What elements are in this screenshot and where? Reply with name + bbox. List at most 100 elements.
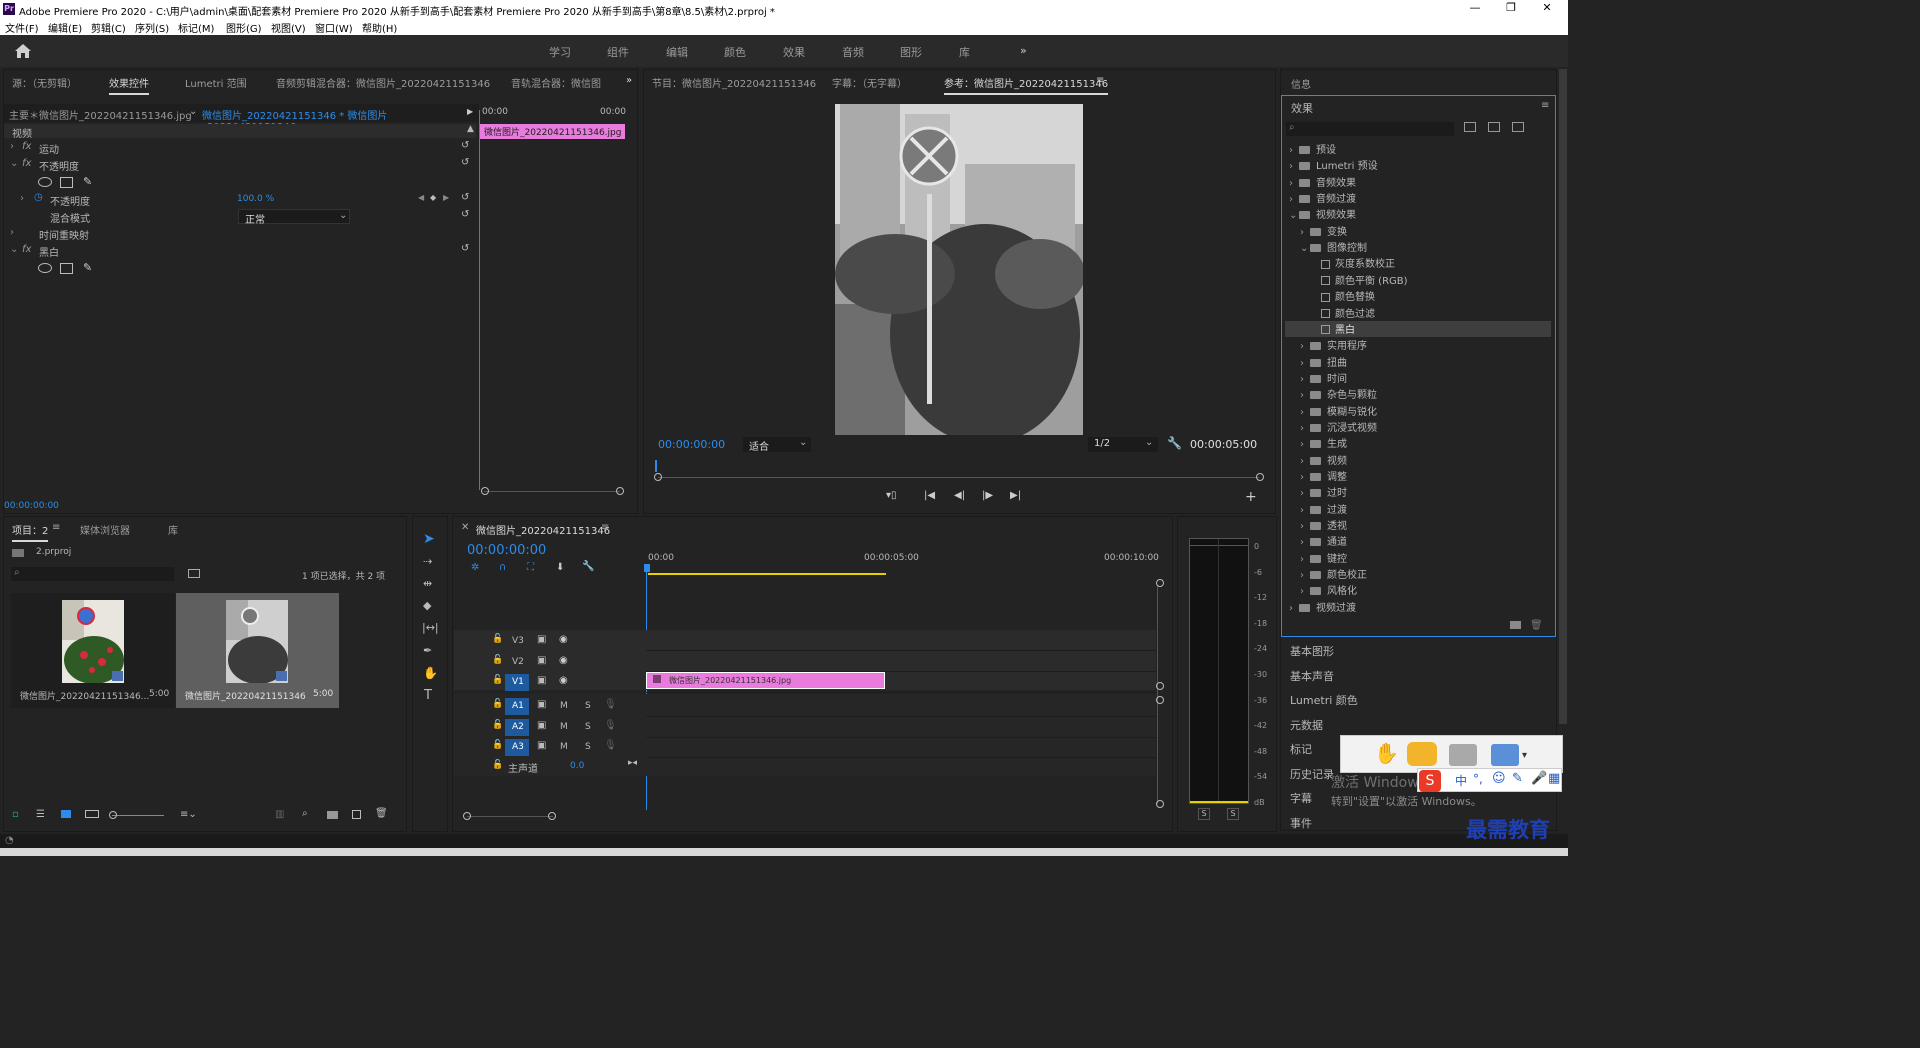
mute-button[interactable]: M bbox=[560, 742, 568, 752]
maximize-button[interactable]: ❐ bbox=[1496, 1, 1526, 14]
microphone-icon[interactable]: 🎙 bbox=[604, 699, 617, 710]
punctuation-icon[interactable]: °, bbox=[1473, 772, 1483, 786]
project-item-bw-selected[interactable]: 微信图片_20220421151346 5:00 bbox=[176, 593, 339, 708]
lock-track-icon[interactable]: 🔓 bbox=[492, 655, 503, 665]
panel-menu-icon[interactable]: ≡ bbox=[52, 522, 60, 533]
timeline-v-scroll[interactable] bbox=[1157, 586, 1158, 804]
expand-chevron-icon[interactable]: › bbox=[10, 141, 14, 152]
menu-help[interactable]: 帮助(H) bbox=[362, 20, 397, 35]
chevron-right-icon[interactable]: › bbox=[1300, 423, 1310, 434]
lock-track-icon[interactable]: 🔓 bbox=[492, 740, 503, 750]
effect-folder[interactable]: › 键控 bbox=[1285, 550, 1551, 566]
pen-tool-icon[interactable]: ✒ bbox=[423, 644, 432, 657]
scroll-handle[interactable] bbox=[1156, 682, 1164, 690]
type-tool-icon[interactable]: T bbox=[424, 688, 432, 703]
tab-reference[interactable]: 参考：微信图片_20220421151346 bbox=[944, 75, 1109, 95]
lock-icon[interactable]: ▫ bbox=[12, 809, 19, 820]
master-track-toggle-icon[interactable]: ▸◂ bbox=[628, 758, 637, 768]
section-metadata[interactable]: 元数据 bbox=[1290, 717, 1323, 733]
lock-track-icon[interactable]: 🔓 bbox=[492, 699, 503, 709]
timeline-ruler[interactable]: 00:00 00:00:05:00 00:00:10:00 bbox=[646, 550, 1159, 575]
lock-track-icon[interactable]: 🔓 bbox=[492, 634, 503, 644]
hand-icon[interactable]: ✋ bbox=[1374, 741, 1399, 765]
track-name[interactable]: V2 bbox=[512, 657, 524, 667]
mute-button[interactable]: M bbox=[560, 722, 568, 732]
effect-folder[interactable]: › 音频效果 bbox=[1285, 174, 1551, 190]
menu-sequence[interactable]: 序列(S) bbox=[135, 20, 169, 35]
ec-zoom-handle-right[interactable] bbox=[616, 487, 624, 495]
section-history[interactable]: 历史记录 bbox=[1290, 766, 1334, 782]
effect-item[interactable]: 颜色平衡 (RGB) bbox=[1285, 272, 1551, 288]
effect-folder[interactable]: › 预设 bbox=[1285, 141, 1551, 157]
workspace-assembly[interactable]: 组件 bbox=[607, 44, 629, 60]
effect-folder[interactable]: › 音频过渡 bbox=[1285, 190, 1551, 206]
section-events[interactable]: 事件 bbox=[1290, 815, 1312, 831]
solo-left-button[interactable]: S bbox=[1198, 808, 1210, 820]
new-folder-icon[interactable] bbox=[1510, 621, 1521, 629]
toggle-sync-icon[interactable]: ▣ bbox=[537, 675, 546, 686]
work-area-bar[interactable] bbox=[648, 573, 886, 575]
opacity-param-row[interactable]: › ◷ 不透明度 100.0 % ◀ ◆ ▶ ↺ bbox=[4, 192, 476, 208]
effect-folder[interactable]: › 时间 bbox=[1285, 370, 1551, 386]
add-keyframe-icon[interactable]: ◆ bbox=[430, 193, 436, 202]
effect-folder[interactable]: › 扭曲 bbox=[1285, 354, 1551, 370]
workspace-audio[interactable]: 音频 bbox=[842, 44, 864, 60]
chevron-right-icon[interactable]: › bbox=[1289, 178, 1299, 189]
program-zoom-handle-left[interactable] bbox=[654, 473, 662, 481]
effect-folder[interactable]: › 视频过渡 bbox=[1285, 599, 1551, 615]
skin-icon[interactable]: ✎ bbox=[1512, 771, 1523, 786]
find-icon[interactable]: ⌕ bbox=[302, 808, 308, 819]
linked-selection-icon[interactable]: ⛶ bbox=[527, 562, 534, 573]
chevron-right-icon[interactable]: › bbox=[1300, 407, 1310, 418]
effect-folder[interactable]: › 通道 bbox=[1285, 533, 1551, 549]
rectangle-mask-icon[interactable] bbox=[60, 177, 73, 188]
tab-info[interactable]: 信息 bbox=[1291, 76, 1311, 91]
reset-icon[interactable]: ↺ bbox=[461, 157, 469, 168]
ellipse-mask-icon[interactable] bbox=[38, 177, 52, 187]
effect-folder[interactable]: ⌄ 视频效果 bbox=[1285, 206, 1551, 222]
effect-folder[interactable]: › 视频 bbox=[1285, 452, 1551, 468]
tab-sequence[interactable]: 微信图片_20220421151346 bbox=[476, 522, 610, 537]
timeline-clip-v1[interactable]: 微信图片_20220421151346.jpg bbox=[646, 672, 885, 689]
track-name[interactable]: A3 bbox=[512, 742, 524, 752]
effect-folder[interactable]: › 过渡 bbox=[1285, 501, 1551, 517]
ec-zoom-scroll[interactable] bbox=[484, 491, 620, 492]
tab-audio-clip-mixer[interactable]: 音频剪辑混合器：微信图片_20220421151346 bbox=[276, 75, 490, 90]
add-marker-icon[interactable]: ⬇ bbox=[556, 562, 564, 573]
expand-chevron-icon[interactable]: › bbox=[10, 227, 14, 238]
prev-keyframe-icon[interactable]: ◀ bbox=[418, 193, 424, 202]
tab-effect-controls[interactable]: 效果控件 bbox=[109, 75, 149, 95]
motion-row[interactable]: › fx 运动 ↺ bbox=[4, 140, 476, 156]
track-name[interactable]: A2 bbox=[512, 722, 524, 732]
master-volume-value[interactable]: 0.0 bbox=[570, 761, 584, 771]
panel-more-button[interactable]: » bbox=[626, 75, 632, 86]
slip-tool-icon[interactable]: |↔| bbox=[422, 621, 439, 634]
step-forward-icon[interactable]: |▶ bbox=[982, 490, 993, 501]
chevron-right-icon[interactable]: › bbox=[1300, 554, 1310, 565]
yuv-effects-icon[interactable] bbox=[1512, 122, 1524, 132]
tab-audio-track-mixer[interactable]: 音轨混合器：微信图 bbox=[511, 75, 601, 90]
tab-libraries[interactable]: 库 bbox=[168, 522, 178, 537]
effect-folder[interactable]: › 颜色校正 bbox=[1285, 566, 1551, 582]
effect-folder[interactable]: › 过时 bbox=[1285, 484, 1551, 500]
workspace-editing[interactable]: 编辑 bbox=[666, 44, 688, 60]
tab-captions[interactable]: 字幕：（无字幕） bbox=[832, 75, 907, 90]
scroll-handle[interactable] bbox=[1156, 800, 1164, 808]
section-essential-graphics[interactable]: 基本图形 bbox=[1290, 643, 1334, 659]
section-markers[interactable]: 标记 bbox=[1290, 741, 1312, 757]
add-button[interactable]: + bbox=[1245, 489, 1257, 505]
close-button[interactable]: ✕ bbox=[1532, 1, 1562, 14]
reset-icon[interactable]: ↺ bbox=[461, 243, 469, 254]
h-scroll-handle[interactable] bbox=[548, 812, 556, 820]
solo-button[interactable]: S bbox=[585, 722, 591, 732]
effect-item[interactable]: 颜色替换 bbox=[1285, 288, 1551, 304]
chevron-right-icon[interactable]: › bbox=[1289, 194, 1299, 205]
program-zoom-bar[interactable] bbox=[658, 477, 1259, 478]
workspace-effects[interactable]: 效果 bbox=[783, 44, 805, 60]
microphone-icon[interactable]: 🎙 bbox=[604, 720, 617, 731]
chevron-down-icon[interactable]: ⌄ bbox=[1300, 243, 1310, 254]
docs-icon[interactable] bbox=[1449, 744, 1477, 766]
scroll-handle[interactable] bbox=[1156, 696, 1164, 704]
track-select-tool-icon[interactable]: ⇢ bbox=[423, 555, 432, 568]
new-bin-icon[interactable] bbox=[327, 811, 338, 819]
